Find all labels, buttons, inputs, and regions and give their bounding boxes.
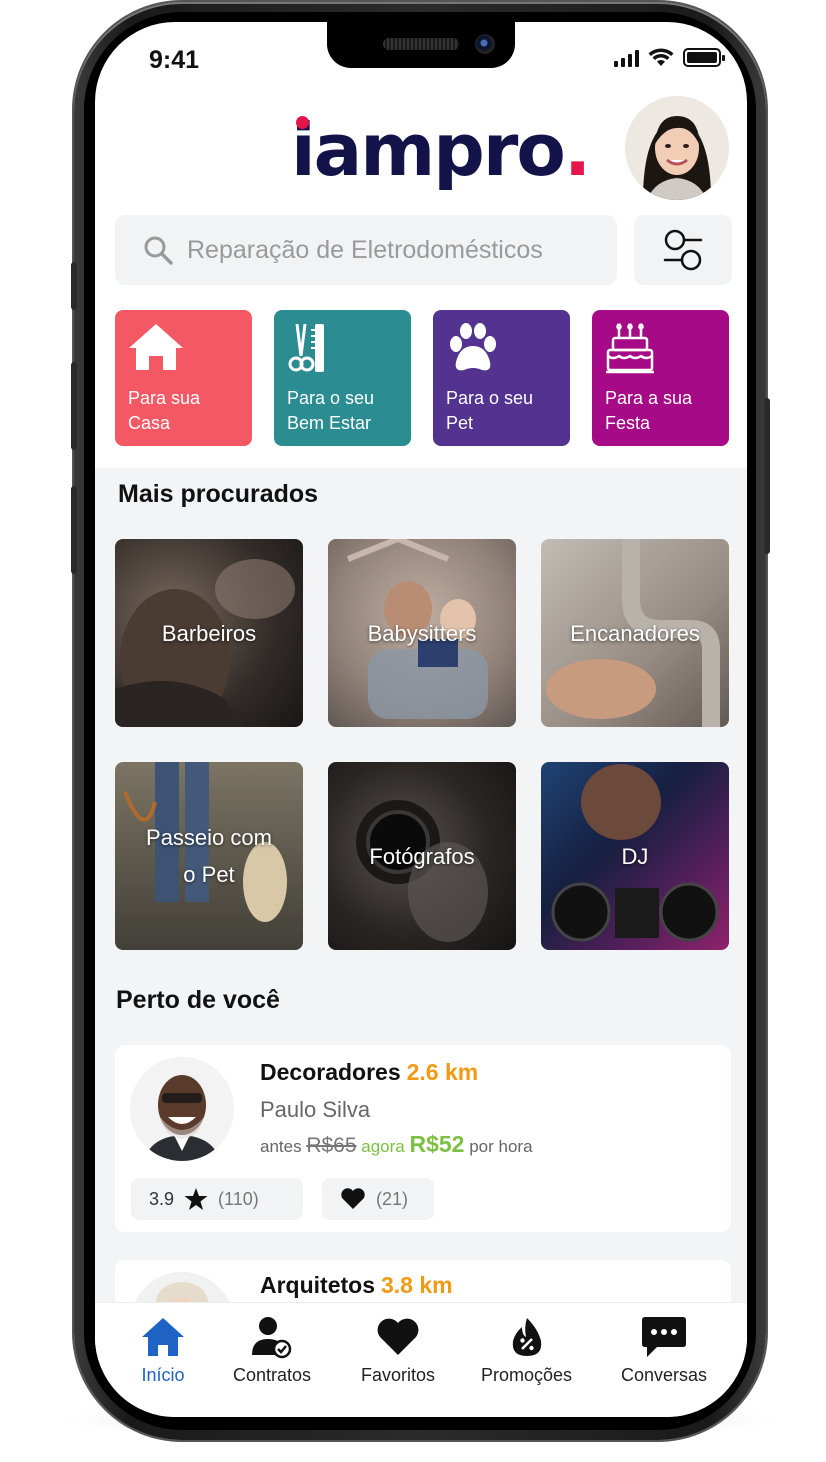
card-title: Decoradores 2.6 km	[260, 1059, 479, 1085]
power-button	[764, 398, 770, 554]
volume-up-button	[71, 362, 77, 450]
scissors-comb-icon	[288, 323, 324, 372]
tile-label: DJ	[621, 843, 649, 869]
star-icon	[184, 1188, 208, 1210]
category-label: Para o seu Bem Estar	[287, 388, 375, 433]
popular-tile-pet-walk[interactable]: Passeio com o Pet	[115, 762, 303, 950]
category-label: Para a sua Festa	[605, 388, 693, 433]
home-icon	[142, 1318, 184, 1356]
logo-text: iampro	[291, 108, 566, 192]
search-input[interactable]: Reparação de Eletrodomésticos	[187, 236, 543, 265]
logo-dot: .	[563, 108, 591, 192]
chat-icon	[642, 1317, 687, 1357]
search-bar[interactable]: Reparação de Eletrodomésticos	[115, 215, 617, 285]
rating-pill: 3.9 (110)	[131, 1178, 303, 1220]
battery-icon	[683, 48, 725, 67]
category-party[interactable]: Para a sua Festa	[592, 310, 729, 446]
category-wellness[interactable]: Para o seu Bem Estar	[274, 310, 411, 446]
provider-name: Paulo Silva	[260, 1097, 371, 1122]
heart-icon	[377, 1318, 419, 1355]
tile-label: Passeio com o Pet	[146, 825, 272, 887]
status-icons	[614, 48, 725, 67]
popular-title: Mais procurados	[118, 480, 319, 508]
tab-home[interactable]: Início	[141, 1315, 185, 1386]
paw-icon	[450, 323, 496, 371]
card-title: Arquitetos 3.8 km	[260, 1272, 453, 1298]
filter-icon	[663, 229, 703, 271]
signal-icon	[614, 49, 639, 67]
old-price: R$65	[306, 1134, 357, 1157]
popular-tile-babysitters[interactable]: Babysitters	[328, 539, 516, 727]
tile-label: Encanadores	[570, 620, 700, 646]
app-logo: iampro.	[291, 108, 591, 192]
popular-tile-dj[interactable]: DJ	[541, 762, 729, 950]
likes-pill[interactable]: (21)	[322, 1178, 434, 1220]
popular-tile-plumbers[interactable]: Encanadores	[541, 539, 729, 727]
side-button	[71, 262, 77, 310]
category-label: Para o seu Pet	[446, 388, 534, 433]
new-price: R$52	[409, 1131, 465, 1157]
search-icon	[144, 236, 173, 265]
wifi-icon	[648, 48, 674, 66]
nearby-card[interactable]: Decoradores 2.6 km Paulo Silva antes R$65…	[115, 1045, 731, 1232]
tab-promotions[interactable]: Promoções	[481, 1315, 572, 1386]
tab-contracts[interactable]: Contratos	[233, 1315, 311, 1386]
cake-icon	[606, 323, 654, 374]
provider-avatar	[130, 1057, 234, 1161]
tab-bar: Início Contratos Favoritos Promoções Con…	[95, 1302, 747, 1417]
tile-label: Barbeiros	[161, 620, 257, 646]
category-home[interactable]: Para sua Casa	[115, 310, 252, 446]
tile-label: Fotógrafos	[369, 843, 475, 869]
app-screen: 9:41 iampro. Reparação de Eletrodoméstic…	[95, 22, 747, 1417]
popular-tile-photographers[interactable]: Fotógrafos	[328, 762, 516, 950]
notch	[327, 22, 515, 68]
review-count: (110)	[218, 1188, 259, 1209]
speaker	[383, 38, 459, 50]
heart-icon	[341, 1188, 365, 1209]
camera	[475, 34, 495, 54]
tab-conversations[interactable]: Conversas	[621, 1315, 707, 1386]
logo-i-dot	[296, 116, 309, 129]
distance: 2.6 km	[406, 1059, 479, 1085]
price-line: antes R$65 agora R$52 por hora	[260, 1131, 533, 1157]
volume-down-button	[71, 486, 77, 574]
category-pet[interactable]: Para o seu Pet	[433, 310, 570, 446]
tile-label: Babysitters	[367, 620, 477, 646]
category-label: Para sua Casa	[128, 388, 201, 433]
filter-button[interactable]	[634, 215, 732, 285]
user-avatar[interactable]	[625, 96, 729, 200]
popular-tile-barbers[interactable]: Barbeiros	[115, 539, 303, 727]
contract-user-icon	[252, 1317, 292, 1359]
promo-flame-icon	[512, 1318, 541, 1356]
house-icon	[129, 324, 183, 370]
tab-favorites[interactable]: Favoritos	[361, 1315, 435, 1386]
status-time: 9:41	[149, 46, 200, 74]
nearby-title: Perto de você	[116, 986, 280, 1014]
distance: 3.8 km	[381, 1272, 453, 1298]
likes-count: (21)	[376, 1188, 409, 1209]
rating-value: 3.9	[149, 1188, 175, 1209]
